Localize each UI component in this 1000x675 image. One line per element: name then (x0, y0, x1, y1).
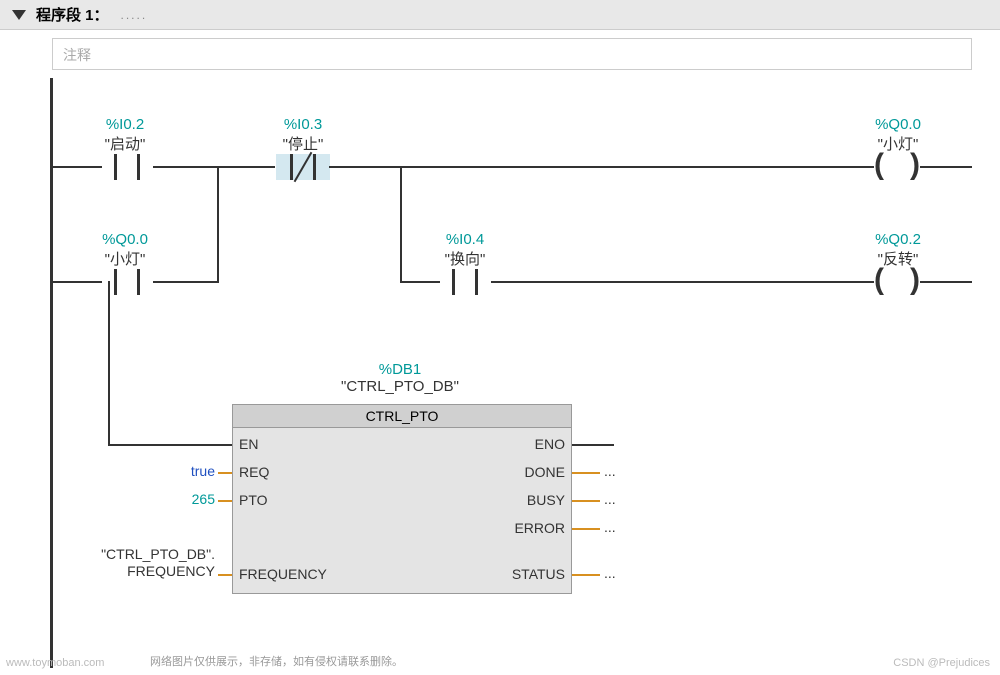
pin-output-busy[interactable]: ... (604, 491, 616, 507)
contact-label: %I0.2 "启动" (80, 116, 170, 154)
wire (153, 281, 219, 283)
pin-wire (572, 528, 600, 530)
pin-value-req[interactable]: true (165, 463, 215, 479)
wire (53, 281, 102, 283)
fb-pin-frequency: FREQUENCY (239, 566, 327, 582)
pin-output-status[interactable]: ... (604, 565, 616, 581)
symbol: "小灯" (80, 248, 170, 269)
network-header[interactable]: 程序段 1： ..... (0, 0, 1000, 30)
fb-pin-pto: PTO (239, 492, 268, 508)
address: %Q0.0 (853, 116, 943, 133)
fb-pin-done: DONE (525, 464, 565, 480)
fb-pin-status: STATUS (512, 566, 565, 582)
fb-pin-busy: BUSY (527, 492, 565, 508)
fb-pin-req: REQ (239, 464, 269, 480)
no-contact[interactable] (438, 269, 492, 295)
wire (920, 281, 972, 283)
db-name: "CTRL_PTO_DB" (300, 378, 500, 395)
symbol: "停止" (258, 133, 348, 154)
pin-wire (218, 574, 232, 576)
ladder-canvas[interactable]: %I0.2 "启动" %I0.3 "停止" %Q0.0 "小灯" %Q0.0 "… (0, 78, 1000, 673)
header-dots: ..... (121, 8, 148, 22)
address: %I0.2 (80, 116, 170, 133)
address: %Q0.0 (80, 231, 170, 248)
wire (153, 166, 275, 168)
contact-label: %I0.3 "停止" (258, 116, 348, 154)
pin-output-error[interactable]: ... (604, 519, 616, 535)
wire (217, 166, 219, 281)
pin-value-frequency[interactable]: "CTRL_PTO_DB". FREQUENCY (80, 546, 215, 580)
fb-instance-label: %DB1 "CTRL_PTO_DB" (300, 361, 500, 395)
address: %I0.3 (258, 116, 348, 133)
pin-value-pto[interactable]: 265 (165, 491, 215, 507)
fb-body: EN REQ PTO FREQUENCY ENO DONE BUSY ERROR… (233, 428, 571, 593)
fb-pin-error: ERROR (514, 520, 565, 536)
wire (329, 166, 874, 168)
symbol: "换向" (420, 248, 510, 269)
coil-label: %Q0.2 "反转" (853, 231, 943, 269)
coil-label: %Q0.0 "小灯" (853, 116, 943, 154)
address: %Q0.2 (853, 231, 943, 248)
wire (53, 166, 102, 168)
address: %I0.4 (420, 231, 510, 248)
wire (491, 281, 874, 283)
symbol: "启动" (80, 133, 170, 154)
collapse-triangle-icon[interactable] (12, 10, 26, 20)
symbol: "小灯" (853, 133, 943, 154)
db-address: %DB1 (300, 361, 500, 378)
fb-title: CTRL_PTO (233, 405, 571, 428)
pin-wire (572, 472, 600, 474)
watermark-left: www.toymoban.com (6, 657, 104, 669)
output-coil[interactable] (872, 154, 922, 180)
wire (108, 281, 110, 446)
wire (572, 444, 614, 446)
pin-wire (218, 500, 232, 502)
wire (400, 281, 440, 283)
pin-wire (572, 574, 600, 576)
symbol: "反转" (853, 248, 943, 269)
pin-wire (572, 500, 600, 502)
watermark-right: CSDN @Prejudices (893, 657, 990, 669)
no-contact[interactable] (100, 154, 154, 180)
output-coil[interactable] (872, 269, 922, 295)
wire (108, 444, 232, 446)
pin-output-done[interactable]: ... (604, 463, 616, 479)
comment-input[interactable]: 注释 (52, 38, 972, 70)
fb-pin-eno: ENO (535, 436, 565, 452)
watermark-note: 网络图片仅供展示，非存储，如有侵权请联系删除。 (150, 653, 403, 669)
wire (400, 166, 402, 281)
fb-pin-en: EN (239, 436, 258, 452)
contact-label: %Q0.0 "小灯" (80, 231, 170, 269)
contact-label: %I0.4 "换向" (420, 231, 510, 269)
nc-contact[interactable] (276, 154, 330, 180)
wire (920, 166, 972, 168)
function-block[interactable]: CTRL_PTO EN REQ PTO FREQUENCY ENO DONE B… (232, 404, 572, 594)
network-title: 程序段 1： (36, 4, 109, 25)
pin-wire (218, 472, 232, 474)
